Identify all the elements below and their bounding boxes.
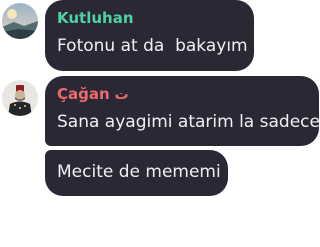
sender-name[interactable]: Kutluhan xyxy=(57,9,134,27)
portrait-avatar-image xyxy=(2,80,38,116)
sender-name-row: Çağan ت xyxy=(57,85,129,103)
message-bubble[interactable]: Kutluhan Fotonu at da bakayım xyxy=(45,0,254,71)
chat-area: Kutluhan Fotonu at da bakayım Çağan ت San… xyxy=(0,0,320,247)
message-text: Mecite de mememi xyxy=(57,162,221,182)
landscape-avatar-image xyxy=(2,3,38,39)
message-text: Fotonu at da bakayım xyxy=(57,36,248,56)
avatar-kutluhan[interactable] xyxy=(2,3,38,39)
sender-badge: ت xyxy=(114,87,129,103)
message-text: Sana ayagimi atarim la sadece xyxy=(57,112,320,132)
message-bubble[interactable]: Çağan ت Sana ayagimi atarim la sadece xyxy=(45,76,320,146)
sender-name[interactable]: Çağan xyxy=(57,85,110,103)
message-bubble[interactable]: Mecite de mememi xyxy=(45,150,228,196)
avatar-cagan[interactable] xyxy=(2,80,38,116)
